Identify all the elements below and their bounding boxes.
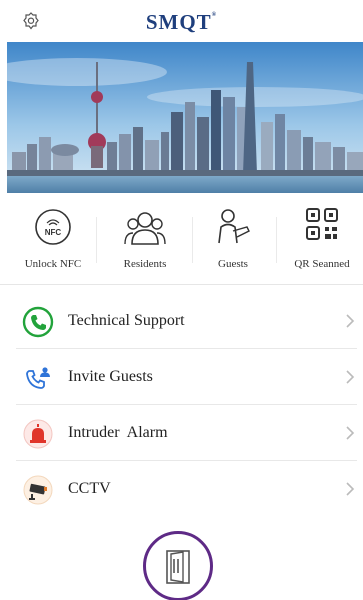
svg-text:NFC: NFC bbox=[45, 228, 62, 237]
chevron-right-icon bbox=[345, 313, 355, 329]
residents-icon bbox=[123, 207, 167, 252]
qr-code-icon bbox=[305, 207, 339, 246]
quick-action-unlock-nfc[interactable]: NFC Unlock NFC bbox=[14, 193, 92, 285]
menu-item-technical-support[interactable]: Technical Support bbox=[16, 293, 357, 349]
menu-item-invite-guests[interactable]: Invite Guests bbox=[16, 349, 357, 405]
registered-mark: ® bbox=[211, 12, 218, 18]
menu-item-label: Invite Guests bbox=[68, 368, 153, 385]
cctv-camera-icon bbox=[22, 474, 54, 506]
menu-item-label: CCTV bbox=[68, 480, 111, 497]
quick-actions-bar: NFC Unlock NFC Residents Guests QR Seann… bbox=[0, 193, 363, 285]
app-header: SMQT® bbox=[0, 0, 363, 42]
quick-action-label: Residents bbox=[123, 258, 167, 270]
menu-item-cctv[interactable]: CCTV bbox=[16, 461, 357, 517]
quick-action-guests[interactable]: Guests bbox=[196, 193, 270, 285]
quick-action-residents[interactable]: Residents bbox=[105, 193, 185, 285]
chevron-right-icon bbox=[345, 425, 355, 441]
chevron-right-icon bbox=[345, 481, 355, 497]
divider bbox=[96, 217, 97, 263]
door-icon bbox=[166, 550, 190, 584]
phone-icon bbox=[22, 306, 54, 338]
menu-item-label: Intruder Alarm bbox=[68, 424, 168, 441]
chevron-right-icon bbox=[345, 369, 355, 385]
door-unlock-button[interactable] bbox=[143, 531, 213, 600]
quick-action-label: QR Seanned bbox=[294, 258, 350, 270]
nfc-icon: NFC bbox=[33, 207, 73, 252]
quick-action-label: Guests bbox=[218, 258, 248, 270]
alarm-siren-icon bbox=[22, 418, 54, 450]
divider bbox=[276, 217, 277, 263]
guest-icon bbox=[213, 207, 253, 252]
invite-call-icon bbox=[22, 362, 54, 394]
brand-logo: SMQT® bbox=[0, 10, 363, 35]
quick-action-qr-scanned[interactable]: QR Seanned bbox=[281, 193, 363, 285]
brand-name: SMQT bbox=[145, 10, 212, 34]
menu-item-label: Technical Support bbox=[68, 312, 185, 329]
divider bbox=[192, 217, 193, 263]
quick-action-label: Unlock NFC bbox=[24, 258, 82, 270]
city-skyline-banner bbox=[7, 42, 363, 193]
menu-item-intruder-alarm[interactable]: Intruder Alarm bbox=[16, 405, 357, 461]
